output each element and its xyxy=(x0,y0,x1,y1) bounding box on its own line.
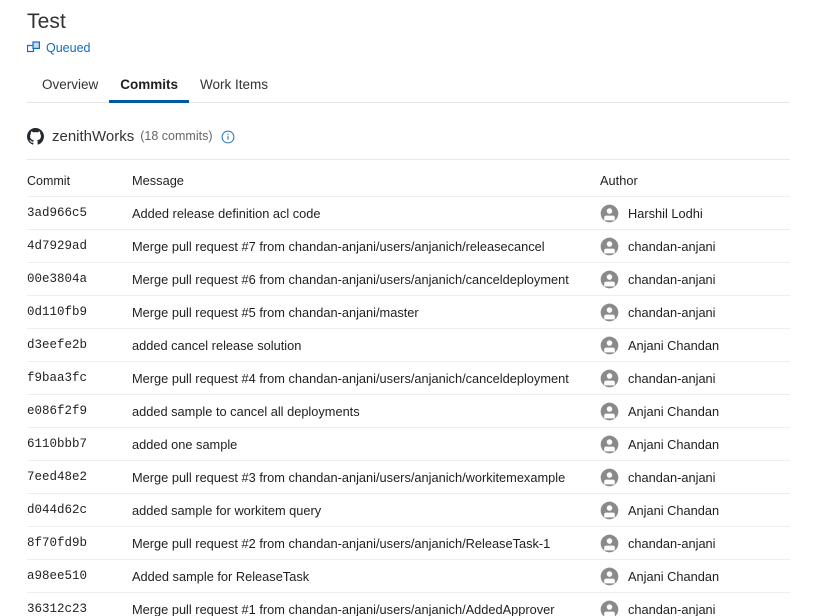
commit-author: Anjani Chandan xyxy=(600,435,790,454)
avatar-icon xyxy=(600,237,619,256)
table-row[interactable]: 7eed48e2 Merge pull request #3 from chan… xyxy=(27,460,790,493)
commit-author: chandan-anjani xyxy=(600,534,790,553)
commit-author: chandan-anjani xyxy=(600,303,790,322)
author-name: Anjani Chandan xyxy=(628,502,719,519)
avatar-icon xyxy=(600,270,619,289)
author-name: Anjani Chandan xyxy=(628,403,719,420)
table-row[interactable]: 4d7929ad Merge pull request #7 from chan… xyxy=(27,229,790,262)
status-link[interactable]: Queued xyxy=(46,40,90,56)
avatar-icon xyxy=(600,600,619,616)
author-name: chandan-anjani xyxy=(628,304,716,321)
table-row[interactable]: 3ad966c5 Added release definition acl co… xyxy=(27,196,790,229)
author-name: chandan-anjani xyxy=(628,469,716,486)
commit-hash[interactable]: 00e3804a xyxy=(27,272,132,286)
commit-message: Merge pull request #3 from chandan-anjan… xyxy=(132,470,600,485)
commit-author: Anjani Chandan xyxy=(600,402,790,421)
table-header-row: Commit Message Author xyxy=(27,160,790,196)
branch-icon xyxy=(27,41,41,55)
tab-commits[interactable]: Commits xyxy=(109,76,189,102)
commit-message: Added release definition acl code xyxy=(132,206,600,221)
commit-author: chandan-anjani xyxy=(600,270,790,289)
table-row[interactable]: 0d110fb9 Merge pull request #5 from chan… xyxy=(27,295,790,328)
commit-author: Anjani Chandan xyxy=(600,336,790,355)
repo-header: zenithWorks (18 commits) xyxy=(27,127,790,160)
table-row[interactable]: a98ee510 Added sample for ReleaseTask An… xyxy=(27,559,790,592)
commit-hash[interactable]: 6110bbb7 xyxy=(27,437,132,451)
tab-overview[interactable]: Overview xyxy=(31,76,109,102)
column-header-author: Author xyxy=(600,173,790,189)
commit-message: Merge pull request #4 from chandan-anjan… xyxy=(132,371,600,386)
repo-name: zenithWorks xyxy=(52,127,134,146)
table-row[interactable]: d3eefe2b added cancel release solution A… xyxy=(27,328,790,361)
commit-message: Added sample for ReleaseTask xyxy=(132,569,600,584)
author-name: chandan-anjani xyxy=(628,535,716,552)
table-row[interactable]: d044d62c added sample for workitem query… xyxy=(27,493,790,526)
commit-message: added sample for workitem query xyxy=(132,503,600,518)
commits-page: Test Queued Overview Commits Work Items … xyxy=(0,0,824,616)
commit-hash[interactable]: f9baa3fc xyxy=(27,371,132,385)
commit-author: chandan-anjani xyxy=(600,369,790,388)
commit-hash[interactable]: 4d7929ad xyxy=(27,239,132,253)
commit-author: Harshil Lodhi xyxy=(600,204,790,223)
commit-author: Anjani Chandan xyxy=(600,567,790,586)
table-row[interactable]: e086f2f9 added sample to cancel all depl… xyxy=(27,394,790,427)
commit-hash[interactable]: e086f2f9 xyxy=(27,404,132,418)
author-name: chandan-anjani xyxy=(628,601,716,616)
commit-author: Anjani Chandan xyxy=(600,501,790,520)
commit-message: added one sample xyxy=(132,437,600,452)
info-icon[interactable] xyxy=(221,130,235,144)
author-name: Anjani Chandan xyxy=(628,436,719,453)
commit-hash[interactable]: 3ad966c5 xyxy=(27,206,132,220)
avatar-icon xyxy=(600,435,619,454)
commit-message: Merge pull request #2 from chandan-anjan… xyxy=(132,536,600,551)
table-row[interactable]: 8f70fd9b Merge pull request #2 from chan… xyxy=(27,526,790,559)
commit-hash[interactable]: d044d62c xyxy=(27,503,132,517)
page-header: Test Queued xyxy=(0,0,824,56)
github-icon xyxy=(27,128,44,145)
author-name: Harshil Lodhi xyxy=(628,205,703,222)
commit-hash[interactable]: d3eefe2b xyxy=(27,338,132,352)
author-name: chandan-anjani xyxy=(628,238,716,255)
commit-message: Merge pull request #1 from chandan-anjan… xyxy=(132,602,600,616)
repo-commit-count: (18 commits) xyxy=(140,127,212,146)
avatar-icon xyxy=(600,402,619,421)
avatar-icon xyxy=(600,369,619,388)
commit-hash[interactable]: 0d110fb9 xyxy=(27,305,132,319)
page-title: Test xyxy=(27,9,824,35)
author-name: chandan-anjani xyxy=(628,271,716,288)
tab-work-items[interactable]: Work Items xyxy=(189,76,279,102)
avatar-icon xyxy=(600,204,619,223)
commit-hash[interactable]: 7eed48e2 xyxy=(27,470,132,484)
commit-hash[interactable]: a98ee510 xyxy=(27,569,132,583)
author-name: Anjani Chandan xyxy=(628,337,719,354)
commit-author: chandan-anjani xyxy=(600,600,790,616)
table-row[interactable]: 00e3804a Merge pull request #6 from chan… xyxy=(27,262,790,295)
commit-message: Merge pull request #5 from chandan-anjan… xyxy=(132,305,600,320)
table-row[interactable]: 36312c23 Merge pull request #1 from chan… xyxy=(27,592,790,616)
avatar-icon xyxy=(600,501,619,520)
column-header-message: Message xyxy=(132,173,600,189)
avatar-icon xyxy=(600,567,619,586)
author-name: Anjani Chandan xyxy=(628,568,719,585)
commit-message: added sample to cancel all deployments xyxy=(132,404,600,419)
avatar-icon xyxy=(600,303,619,322)
commit-author: chandan-anjani xyxy=(600,237,790,256)
commit-author: chandan-anjani xyxy=(600,468,790,487)
commits-table: Commit Message Author 3ad966c5 Added rel… xyxy=(27,160,790,616)
author-name: chandan-anjani xyxy=(628,370,716,387)
commit-message: added cancel release solution xyxy=(132,338,600,353)
commit-hash[interactable]: 8f70fd9b xyxy=(27,536,132,550)
commit-message: Merge pull request #7 from chandan-anjan… xyxy=(132,239,600,254)
commit-hash[interactable]: 36312c23 xyxy=(27,602,132,616)
avatar-icon xyxy=(600,336,619,355)
tab-bar: Overview Commits Work Items xyxy=(27,72,790,103)
status-row: Queued xyxy=(27,39,824,56)
commit-message: Merge pull request #6 from chandan-anjan… xyxy=(132,272,600,287)
table-row[interactable]: f9baa3fc Merge pull request #4 from chan… xyxy=(27,361,790,394)
avatar-icon xyxy=(600,534,619,553)
avatar-icon xyxy=(600,468,619,487)
table-body: 3ad966c5 Added release definition acl co… xyxy=(27,196,790,616)
table-row[interactable]: 6110bbb7 added one sample Anjani Chandan xyxy=(27,427,790,460)
column-header-commit: Commit xyxy=(27,173,132,189)
